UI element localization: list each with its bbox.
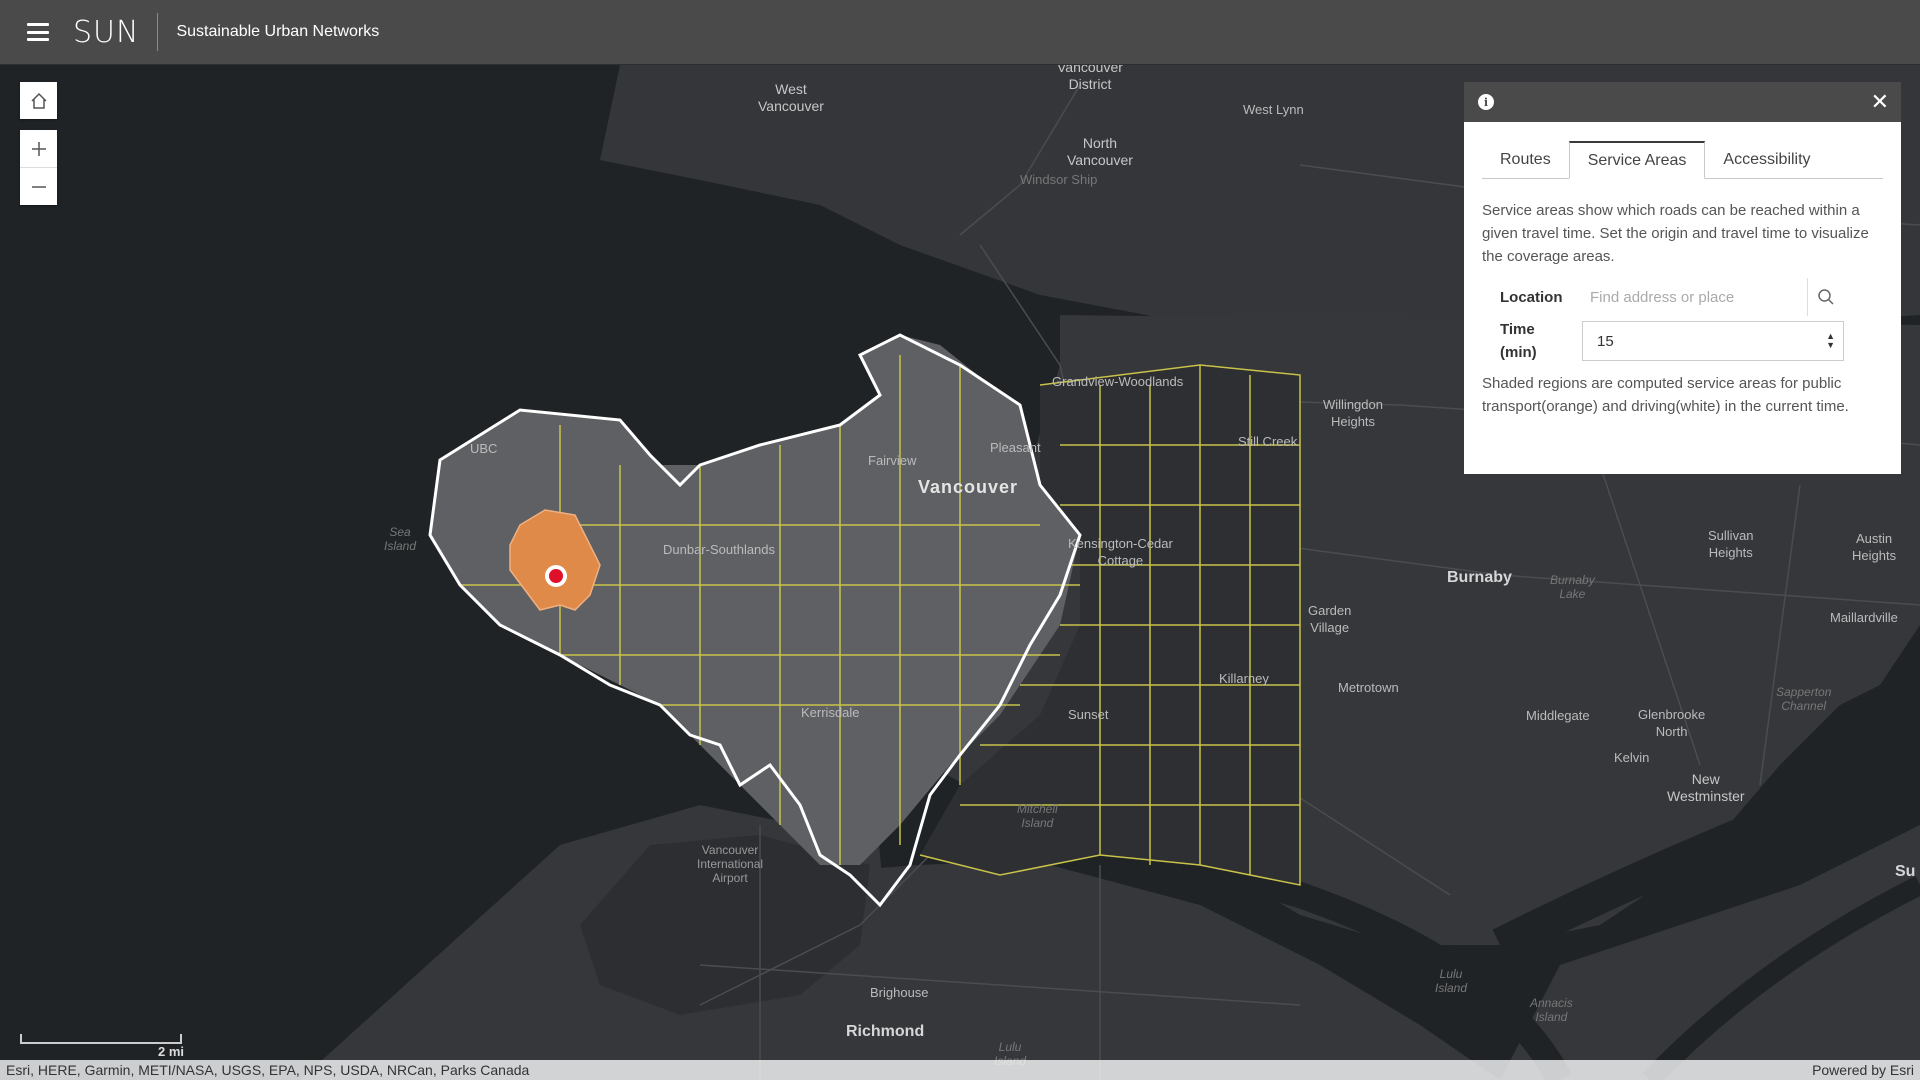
tab-routes[interactable]: Routes (1482, 141, 1569, 179)
app-title: Sustainable Urban Networks (176, 23, 380, 40)
map-label: Annacis Island (1530, 996, 1573, 1024)
map-label: Middlegate (1526, 708, 1590, 723)
map-label: Kelvin (1614, 750, 1650, 765)
tab-accessibility[interactable]: Accessibility (1705, 141, 1828, 179)
map-label: Metrotown (1338, 680, 1399, 695)
scale-bar (20, 1034, 182, 1044)
time-stepper[interactable]: ▲ ▼ (1826, 332, 1835, 350)
panel-description: Service areas show which roads can be re… (1482, 202, 1869, 265)
home-button[interactable] (20, 82, 57, 119)
attribution-sources[interactable]: Esri, HERE, Garmin, METI/NASA, USGS, EPA… (6, 1062, 529, 1078)
map-label: Su (1895, 863, 1916, 880)
close-icon[interactable]: ✕ (1871, 91, 1889, 113)
map-label: Brighouse (870, 985, 929, 1000)
map-label: Mitchell Island (1017, 802, 1058, 830)
map-label: New Westminster (1667, 771, 1745, 804)
zoom-in-button[interactable] (20, 130, 57, 167)
map-label: Sullivan Heights (1708, 528, 1754, 560)
map-label: Dunbar-Southlands (663, 542, 776, 557)
scale-label: 2 mi (158, 1044, 185, 1059)
map-label: Pleasant (990, 440, 1041, 455)
tab-service-areas[interactable]: Service Areas (1568, 141, 1706, 179)
panel-body: Service areas show which roads can be re… (1464, 179, 1901, 418)
map-label: Willingdon Heights (1323, 397, 1383, 429)
info-icon[interactable]: i (1478, 94, 1494, 110)
panel-header: i ✕ (1464, 82, 1901, 122)
location-label: Location (1500, 288, 1563, 306)
app-header: SUN Sustainable Urban Networks (0, 0, 1920, 65)
map-label: Vancouver (918, 477, 1019, 497)
time-row: Time (min) 15 ▲ ▼ (1482, 318, 1883, 364)
map-label: Maillardville (1830, 610, 1898, 625)
map-label: Vancouver District (1057, 65, 1123, 92)
header-divider (157, 13, 159, 51)
map-label: Windsor Ship (1020, 172, 1098, 187)
map-label: Richmond (846, 1023, 925, 1040)
time-label: Time (min) (1500, 321, 1537, 361)
search-icon (1818, 289, 1834, 305)
map-label: West Lynn (1243, 102, 1304, 117)
zoom-out-button[interactable] (20, 167, 57, 205)
location-input[interactable] (1582, 288, 1807, 306)
home-control (20, 82, 57, 119)
home-icon (30, 92, 47, 109)
map-label: Lulu Island (1435, 967, 1468, 995)
location-field (1582, 278, 1844, 316)
powered-by[interactable]: Powered by Esri (1812, 1062, 1914, 1078)
minus-icon (31, 185, 46, 188)
map-label: Glenbrooke North (1638, 707, 1706, 739)
map-label: Sea Island (384, 525, 417, 553)
panel-tabs: Routes Service Areas Accessibility (1482, 140, 1883, 179)
plus-icon (31, 141, 46, 156)
map-label: UBC (470, 441, 498, 456)
map-label: North Vancouver (1067, 135, 1133, 168)
time-value: 15 (1597, 332, 1614, 350)
time-input[interactable]: 15 ▲ ▼ (1582, 321, 1844, 361)
map-label: Fairview (868, 453, 917, 468)
map-label: Kerrisdale (801, 705, 860, 720)
map-label: Burnaby (1447, 569, 1512, 586)
map-label: Kensington-Cedar Cottage (1068, 536, 1173, 568)
menu-icon[interactable] (27, 23, 49, 41)
panel-note: Shaded regions are computed service area… (1482, 375, 1849, 415)
map-label: Sapperton Channel (1776, 685, 1832, 713)
map-label: Grandview-Woodlands (1052, 374, 1184, 389)
map-label: Still Creek (1238, 434, 1298, 449)
map-label: Sunset (1068, 707, 1109, 722)
service-panel: i ✕ Routes Service Areas Accessibility S… (1464, 82, 1901, 474)
map-label: Garden Village (1308, 603, 1352, 635)
map-label: Vancouver International Airport (697, 843, 764, 885)
map-label: Austin Heights (1852, 531, 1897, 563)
map-label: Killarney (1219, 671, 1269, 686)
app-short-title: SUN (73, 14, 140, 50)
location-row: Location (1482, 278, 1883, 316)
search-button[interactable] (1806, 278, 1844, 316)
map-label: Burnaby Lake (1550, 573, 1595, 601)
attribution-bar: Esri, HERE, Garmin, METI/NASA, USGS, EPA… (0, 1060, 1920, 1080)
zoom-control (20, 130, 57, 205)
map-label: West Vancouver (758, 81, 824, 114)
stepper-down-icon[interactable]: ▼ (1826, 341, 1835, 350)
